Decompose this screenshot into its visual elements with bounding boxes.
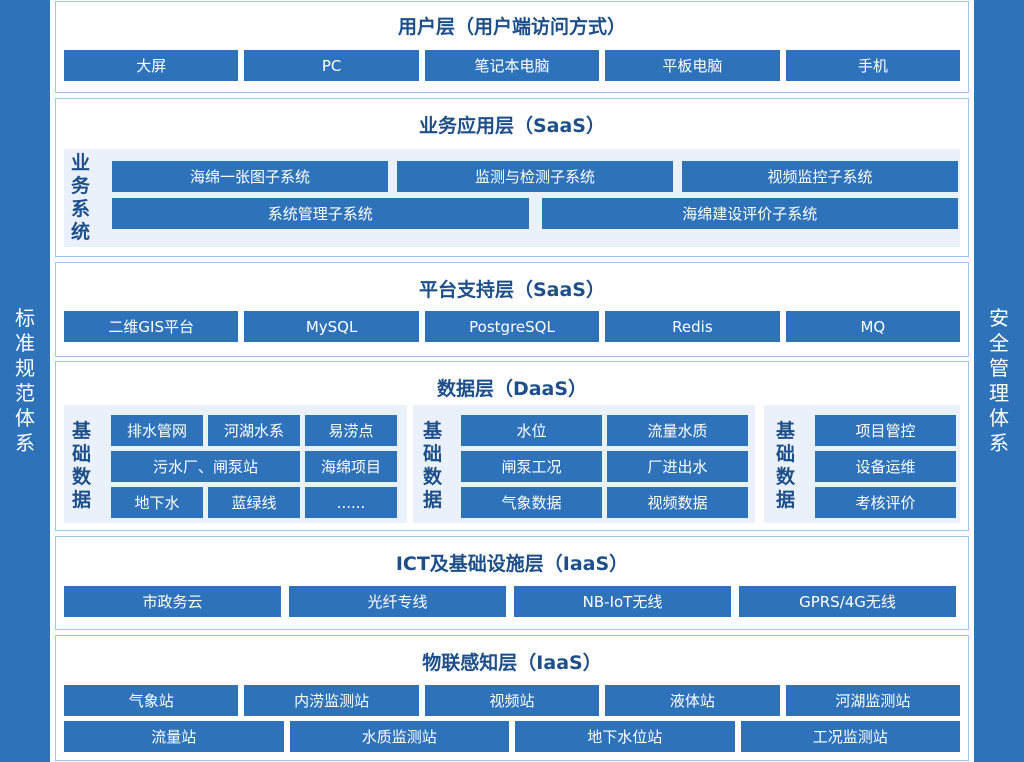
data-item: 视频数据	[607, 487, 748, 518]
ict-item: NB-IoT无线	[514, 586, 731, 617]
business-row-1: 海绵一张图子系统 监测与检测子系统 视频监控子系统	[112, 161, 958, 192]
ict-layer-title: ICT及基础设施层（IaaS）	[395, 553, 629, 575]
platform-items: 二维GIS平台 MySQL PostgreSQL Redis MQ	[64, 311, 961, 342]
station-item: 水质监测站	[289, 721, 509, 752]
data-item: 设备运维	[815, 451, 956, 482]
standards-system-bar: 标 准 规 范 体 系	[0, 0, 50, 762]
station-item: 气象站	[64, 685, 239, 716]
data-item: 河湖水系	[208, 415, 300, 446]
platform-item: Redis	[605, 311, 780, 342]
iot-layer: 物联感知层（IaaS） 气象站 内涝监测站 视频站 液体站 河湖监测站 流量站 …	[55, 635, 969, 761]
station-item: 工况监测站	[740, 721, 960, 752]
data-item: 易涝点	[305, 415, 397, 446]
platform-item: MQ	[785, 311, 961, 342]
data-group-3-label: 基 础 数 据	[776, 420, 796, 511]
iot-layer-title: 物联感知层（IaaS）	[422, 652, 602, 674]
subsystem-box: 监测与检测子系统	[397, 161, 673, 192]
iot-row-1: 气象站 内涝监测站 视频站 液体站 河湖监测站	[64, 685, 961, 716]
user-item: 大屏	[64, 50, 239, 81]
data-layer: 数据层（DaaS） 基 础 数 据 排水管网 河湖水系 易涝点 污水厂、闸泵站 …	[55, 361, 969, 531]
standards-system-label: 标 准 规 范 体 系	[15, 306, 35, 455]
station-item: 内涝监测站	[244, 685, 419, 716]
station-item: 流量站	[64, 721, 284, 752]
ict-item: GPRS/4G无线	[739, 586, 956, 617]
platform-item: 二维GIS平台	[64, 311, 239, 342]
platform-item: PostgreSQL	[424, 311, 600, 342]
subsystem-box: 海绵建设评价子系统	[541, 198, 958, 229]
business-layer-title: 业务应用层（SaaS）	[418, 115, 605, 137]
user-layer-title: 用户层（用户端访问方式）	[397, 16, 626, 38]
user-layer-items: 大屏 PC 笔记本电脑 平板电脑 手机	[64, 50, 961, 81]
data-item: 厂进出水	[607, 451, 748, 482]
ict-layer: ICT及基础设施层（IaaS） 市政务云 光纤专线 NB-IoT无线 GPRS/…	[55, 536, 969, 630]
data-group-1-grid: 排水管网 河湖水系 易涝点 污水厂、闸泵站 海绵项目 地下水 蓝绿线 .....…	[111, 415, 397, 518]
business-system-label: 业 务 系 统	[71, 152, 91, 243]
data-item: 流量水质	[607, 415, 748, 446]
data-item: 闸泵工况	[461, 451, 602, 482]
data-item: 项目管控	[815, 415, 956, 446]
user-item: PC	[244, 50, 419, 81]
subsystem-box: 海绵一张图子系统	[112, 161, 388, 192]
business-row-2: 系统管理子系统 海绵建设评价子系统	[112, 198, 958, 229]
platform-layer: 平台支持层（SaaS） 二维GIS平台 MySQL PostgreSQL Red…	[55, 262, 969, 357]
user-layer: 用户层（用户端访问方式） 大屏 PC 笔记本电脑 平板电脑 手机	[55, 1, 969, 93]
data-item: ......	[305, 487, 397, 518]
data-item: 考核评价	[815, 487, 956, 518]
security-system-label: 安 全 管 理 体 系	[989, 306, 1009, 455]
data-layer-title: 数据层（DaaS）	[436, 378, 588, 400]
subsystem-box: 系统管理子系统	[112, 198, 529, 229]
data-group-2-grid: 水位 流量水质 闸泵工况 厂进出水 气象数据 视频数据	[461, 415, 748, 518]
platform-layer-title: 平台支持层（SaaS）	[418, 279, 605, 301]
subsystem-box: 视频监控子系统	[682, 161, 958, 192]
user-item: 笔记本电脑	[424, 50, 600, 81]
data-item: 污水厂、闸泵站	[111, 451, 300, 482]
security-system-bar: 安 全 管 理 体 系	[974, 0, 1024, 762]
data-group-2-label: 基 础 数 据	[423, 420, 443, 511]
user-item: 平板电脑	[605, 50, 780, 81]
station-item: 地下水位站	[515, 721, 735, 752]
data-item: 地下水	[111, 487, 203, 518]
business-layer: 业务应用层（SaaS） 业 务 系 统 海绵一张图子系统 监测与检测子系统 视频…	[55, 98, 969, 257]
platform-item: MySQL	[244, 311, 419, 342]
data-group-1-label: 基 础 数 据	[72, 420, 92, 511]
data-item: 水位	[461, 415, 602, 446]
data-group-3-grid: 项目管控 设备运维 考核评价	[815, 415, 956, 518]
station-item: 液体站	[605, 685, 780, 716]
ict-item: 市政务云	[64, 586, 281, 617]
station-item: 视频站	[424, 685, 600, 716]
data-item: 蓝绿线	[208, 487, 300, 518]
data-item: 排水管网	[111, 415, 203, 446]
ict-item: 光纤专线	[289, 586, 506, 617]
data-item: 海绵项目	[305, 451, 397, 482]
user-item: 手机	[785, 50, 961, 81]
ict-items: 市政务云 光纤专线 NB-IoT无线 GPRS/4G无线	[64, 586, 956, 617]
iot-row-2: 流量站 水质监测站 地下水位站 工况监测站	[64, 721, 960, 752]
data-item: 气象数据	[461, 487, 602, 518]
station-item: 河湖监测站	[785, 685, 961, 716]
